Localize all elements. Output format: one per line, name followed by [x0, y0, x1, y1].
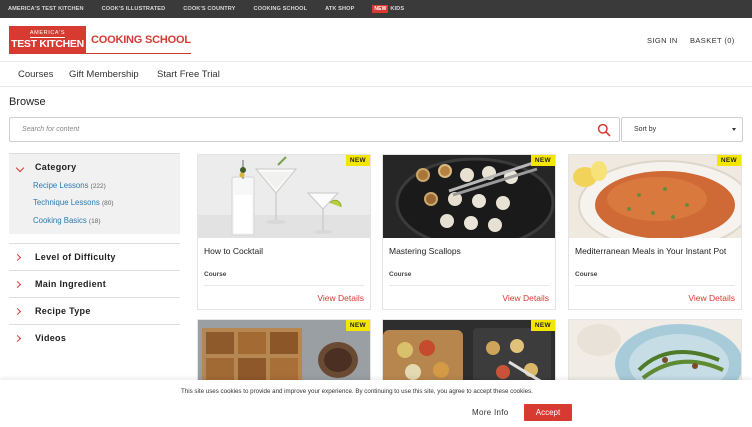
new-badge: NEW	[530, 155, 555, 166]
facet-recipe-type[interactable]: Recipe Type	[9, 297, 180, 324]
view-details-link[interactable]: View Details	[688, 293, 735, 303]
facet-recipe-lessons[interactable]: Recipe Lessons (222)	[33, 181, 106, 190]
divider	[575, 285, 735, 286]
divider	[204, 285, 364, 286]
facet-videos[interactable]: Videos	[9, 324, 180, 351]
course-type: Course	[575, 271, 598, 278]
more-info-link[interactable]: More Info	[472, 408, 509, 417]
logo-mark: AMERICA'S TEST KITCHEN	[9, 26, 86, 54]
search-icon[interactable]	[597, 123, 611, 137]
chevron-right-icon	[13, 253, 22, 262]
facet-ingredient-label: Main Ingredient	[35, 279, 107, 289]
new-badge: NEW	[530, 320, 555, 331]
course-card[interactable]: NEW How to Cocktail Course View Details	[197, 154, 371, 310]
course-title[interactable]: How to Cocktail	[204, 245, 364, 257]
logo-line2: TEST KITCHEN	[11, 38, 84, 50]
facet-item-count: (18)	[88, 218, 101, 225]
chevron-right-icon	[13, 280, 22, 289]
page-title: Browse	[9, 96, 46, 108]
logo-school-text: COOKING SCHOOL	[86, 26, 191, 54]
kids-label: KIDS	[390, 6, 405, 12]
topbar-link-atk-shop[interactable]: ATK SHOP	[325, 6, 354, 12]
sort-label: Sort by	[634, 126, 657, 133]
logo-line1: AMERICA'S	[29, 30, 66, 38]
course-type: Course	[389, 271, 412, 278]
divider	[389, 285, 549, 286]
new-badge: NEW	[345, 320, 370, 331]
facet-difficulty-label: Level of Difficulty	[35, 252, 116, 262]
facet-item-label: Recipe Lessons	[33, 181, 89, 190]
course-card[interactable]: NEW Mediterranean Meals in Your Instant …	[568, 154, 742, 310]
facet-main-ingredient[interactable]: Main Ingredient	[9, 270, 180, 297]
course-image	[383, 155, 555, 238]
chevron-right-icon	[13, 334, 22, 343]
course-title[interactable]: Mediterranean Meals in Your Instant Pot	[575, 245, 735, 257]
topbar-link-atk[interactable]: AMERICA'S TEST KITCHEN	[8, 6, 84, 12]
view-details-link[interactable]: View Details	[502, 293, 549, 303]
facet-category: Category Recipe Lessons (222) Technique …	[9, 153, 180, 234]
course-title[interactable]: Mastering Scallops	[389, 245, 549, 257]
topbar-link-cooks-illustrated[interactable]: COOK'S ILLUSTRATED	[102, 6, 166, 12]
main-nav: Courses Gift Membership Start Free Trial	[0, 62, 752, 87]
sort-select[interactable]: Sort by	[621, 117, 743, 142]
facet-technique-lessons[interactable]: Technique Lessons (80)	[33, 198, 114, 207]
facet-level-of-difficulty[interactable]: Level of Difficulty	[9, 243, 180, 270]
chevron-right-icon	[13, 307, 22, 316]
chevron-down-icon[interactable]	[15, 163, 25, 173]
facet-category-label[interactable]: Category	[35, 162, 76, 172]
facet-item-label: Technique Lessons	[33, 198, 100, 207]
cookie-message: This site uses cookies to provide and im…	[181, 388, 533, 395]
caret-down-icon	[732, 128, 736, 131]
facet-recipe-type-label: Recipe Type	[35, 306, 91, 316]
new-badge: NEW	[372, 5, 389, 13]
sign-in-link[interactable]: SIGN IN	[647, 36, 678, 45]
facet-item-label: Cooking Basics	[33, 216, 87, 225]
nav-start-free-trial[interactable]: Start Free Trial	[157, 69, 220, 80]
new-badge: NEW	[716, 155, 741, 166]
site-topbar: AMERICA'S TEST KITCHEN COOK'S ILLUSTRATE…	[0, 0, 752, 18]
view-details-link[interactable]: View Details	[317, 293, 364, 303]
basket-link[interactable]: BASKET (0)	[690, 36, 735, 45]
site-header: AMERICA'S TEST KITCHEN COOKING SCHOOL SI…	[0, 18, 752, 62]
course-card[interactable]: NEW Mastering Scallops Course View Detai…	[382, 154, 556, 310]
accept-cookies-button[interactable]: Accept	[524, 404, 572, 421]
course-type: Course	[204, 271, 227, 278]
facet-item-count: (80)	[101, 200, 114, 207]
cooking-school-logo[interactable]: AMERICA'S TEST KITCHEN COOKING SCHOOL	[9, 26, 191, 54]
search-input[interactable]: Search for content	[9, 117, 620, 142]
facet-cooking-basics[interactable]: Cooking Basics (18)	[33, 216, 100, 225]
course-image	[198, 155, 370, 238]
new-badge: NEW	[345, 155, 370, 166]
topbar-link-cooking-school[interactable]: COOKING SCHOOL	[254, 6, 308, 12]
search-placeholder: Search for content	[22, 126, 80, 133]
nav-courses[interactable]: Courses	[18, 69, 53, 80]
course-image	[569, 155, 741, 238]
topbar-link-cooks-country[interactable]: COOK'S COUNTRY	[183, 6, 235, 12]
cookie-banner: This site uses cookies to provide and im…	[0, 380, 752, 427]
nav-gift-membership[interactable]: Gift Membership	[69, 69, 139, 80]
facet-videos-label: Videos	[35, 333, 67, 343]
topbar-link-kids[interactable]: NEW KIDS	[372, 5, 404, 13]
facet-item-count: (222)	[90, 183, 106, 190]
